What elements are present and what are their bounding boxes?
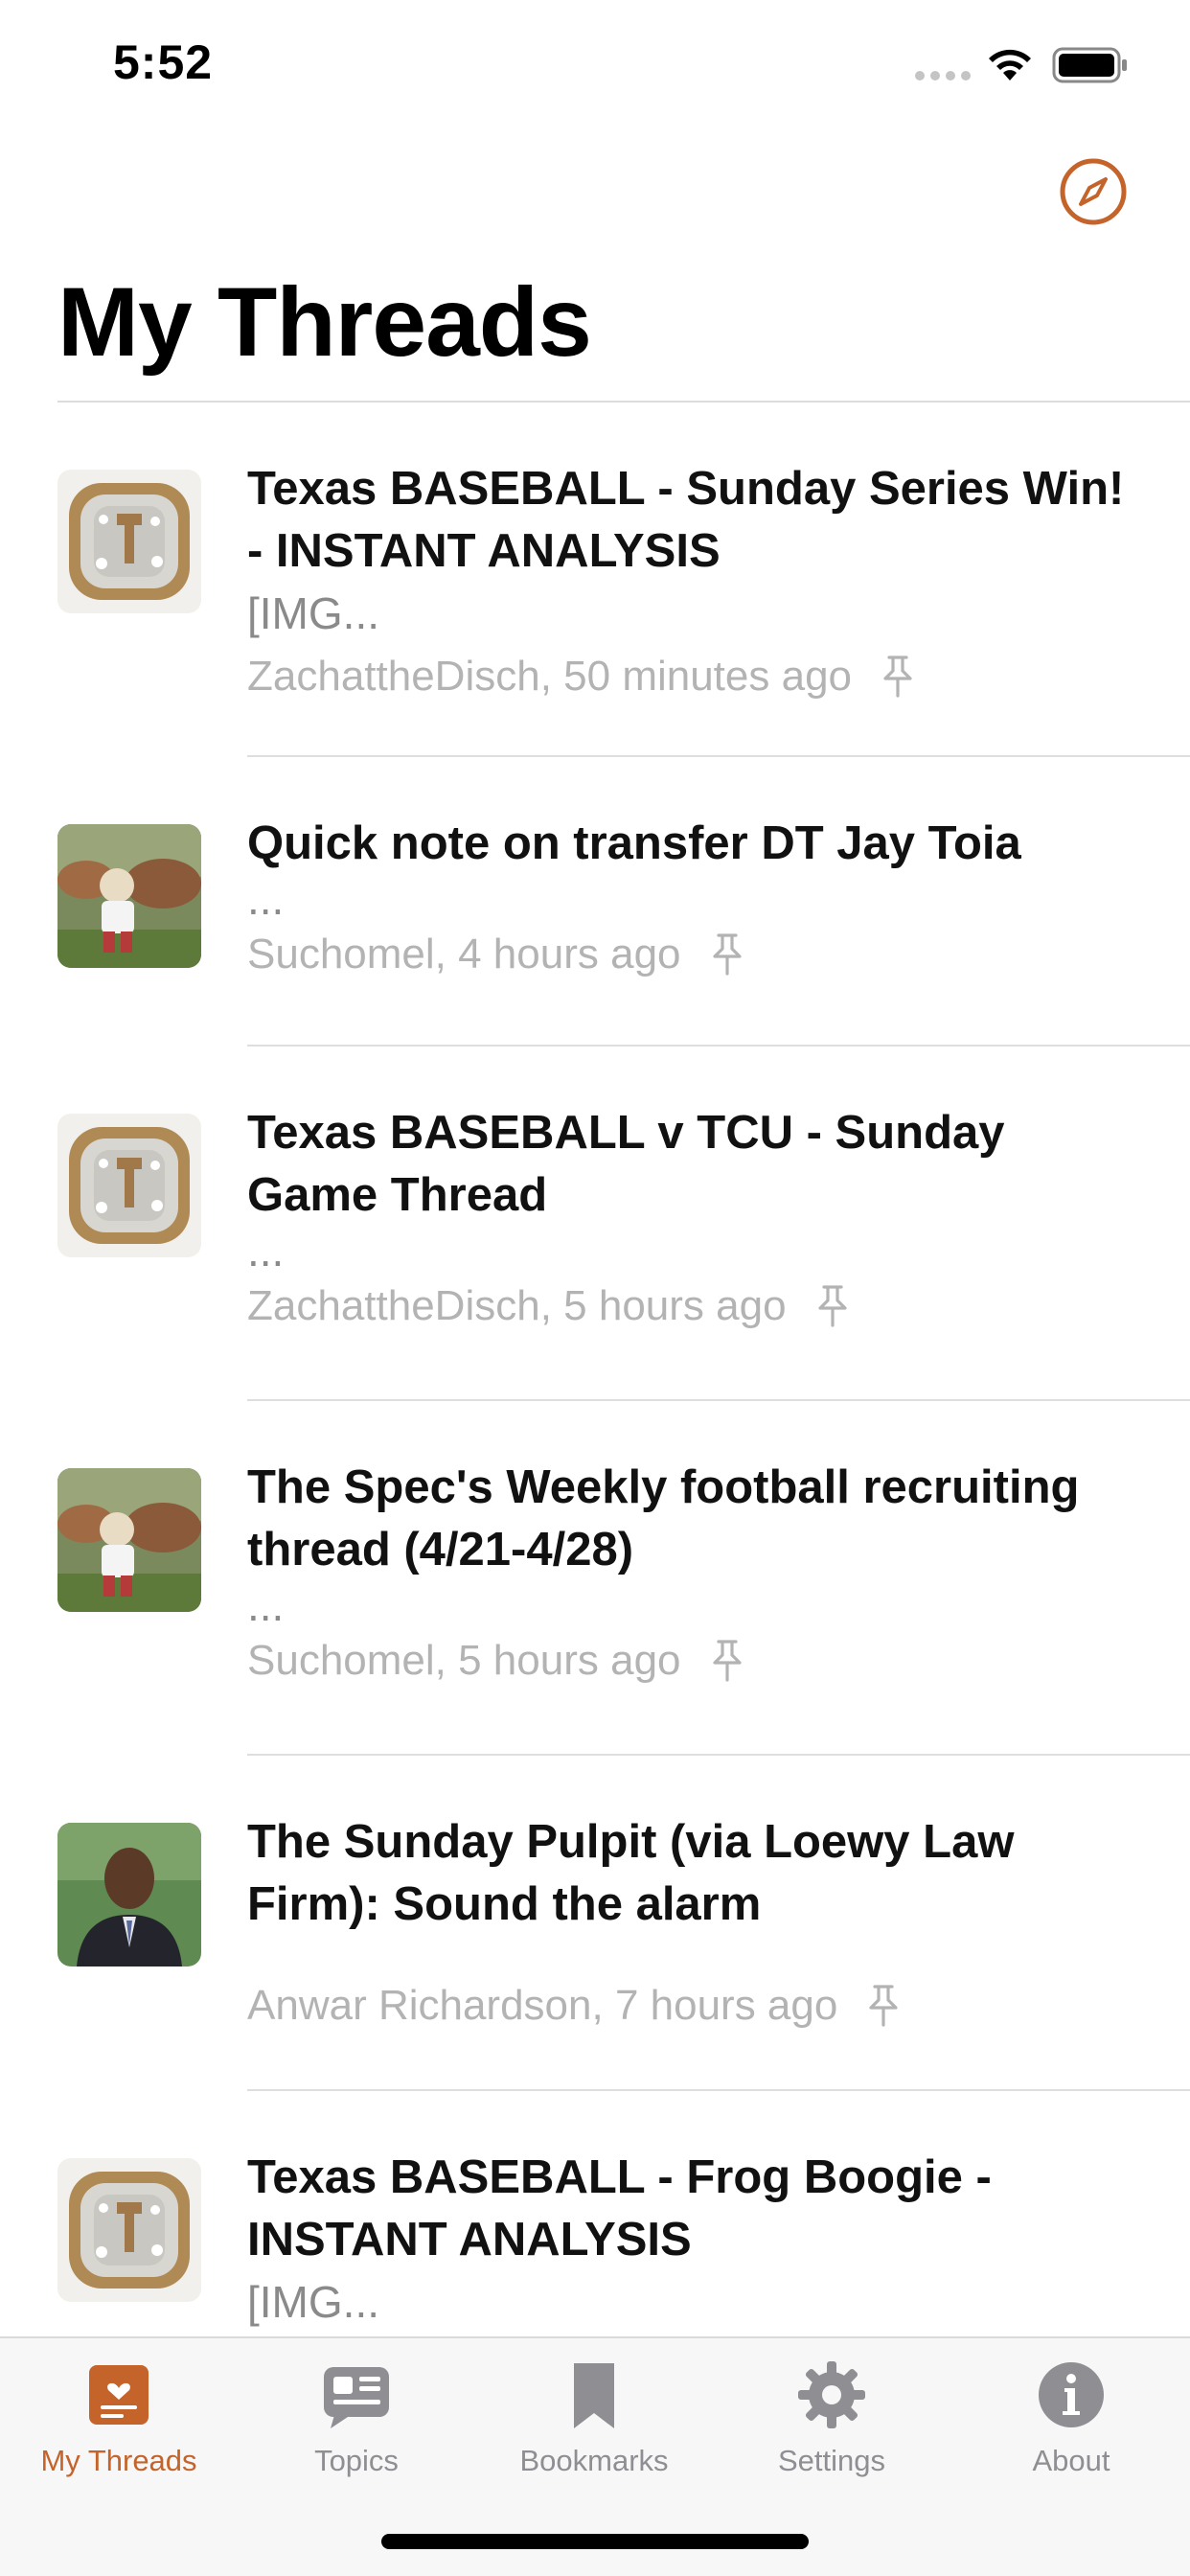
- info-icon: [1039, 2362, 1104, 2427]
- tab-topics[interactable]: Topics: [238, 2359, 475, 2503]
- thread-preview: ...: [247, 874, 285, 924]
- bookmark-icon: [574, 2363, 614, 2428]
- tab-bookmarks[interactable]: Bookmarks: [475, 2359, 713, 2503]
- cellular-signal-icon: [915, 71, 971, 80]
- thread-text: Quick note on transfer DT Jay Toia ... S…: [247, 813, 1133, 985]
- tab-label: Topics: [314, 2444, 399, 2477]
- thread-row[interactable]: Texas BASEBALL v TCU - Sunday Game Threa…: [0, 1046, 1190, 1401]
- my-threads-icon: [89, 2365, 149, 2425]
- thread-meta: ZachattheDisch, 50 minutes ago: [247, 645, 1133, 707]
- thread-text: Texas BASEBALL v TCU - Sunday Game Threa…: [247, 1102, 1133, 1337]
- thread-row[interactable]: Texas BASEBALL - Sunday Series Win! - IN…: [0, 402, 1190, 757]
- thread-title: The Spec's Weekly football recruiting th…: [247, 1461, 1080, 1576]
- compass-button[interactable]: [1058, 156, 1129, 227]
- thread-text: The Spec's Weekly football recruiting th…: [247, 1457, 1133, 1691]
- topics-icon: [324, 2367, 389, 2428]
- thread-author-time: Suchomel, 4 hours ago: [247, 931, 681, 978]
- thread-row[interactable]: Texas BASEBALL - Frog Boogie - INSTANT A…: [0, 2091, 1190, 2379]
- thread-author-time: ZachattheDisch, 50 minutes ago: [247, 653, 853, 700]
- thread-meta: Anwar Richardson, 7 hours ago: [247, 1974, 1133, 2036]
- tab-label: Settings: [777, 2444, 885, 2477]
- pin-icon[interactable]: [708, 932, 746, 978]
- man-portrait-avatar: [57, 1823, 201, 1966]
- pin-icon[interactable]: [864, 1983, 903, 2029]
- thread-author-time: Anwar Richardson, 7 hours ago: [247, 1982, 838, 2029]
- thread-preview: [247, 1936, 1133, 1974]
- ring-avatar: [57, 470, 201, 613]
- thread-text: Texas BASEBALL - Frog Boogie - INSTANT A…: [247, 2147, 1133, 2334]
- thread-title: Texas BASEBALL v TCU - Sunday Game Threa…: [247, 1107, 1005, 1221]
- battery-icon: [1052, 47, 1127, 83]
- pin-icon[interactable]: [708, 1638, 746, 1684]
- page-title: My Threads: [57, 267, 592, 377]
- thread-author-time: Suchomel, 5 hours ago: [247, 1637, 681, 1684]
- thread-preview: ...: [247, 1580, 285, 1630]
- tab-about[interactable]: About: [952, 2359, 1190, 2503]
- thread-text: Texas BASEBALL - Sunday Series Win! - IN…: [247, 458, 1133, 707]
- thread-meta: ZachattheDisch, 5 hours ago: [247, 1275, 1133, 1337]
- thread-title: Quick note on transfer DT Jay Toia: [247, 817, 1021, 869]
- status-bar: 5:52: [0, 0, 1190, 134]
- status-time: 5:52: [113, 35, 214, 89]
- thread-row[interactable]: The Spec's Weekly football recruiting th…: [0, 1401, 1190, 1756]
- thread-title: Texas BASEBALL - Sunday Series Win! - IN…: [247, 463, 1125, 577]
- thread-row[interactable]: The Sunday Pulpit (via Loewy Law Firm): …: [0, 1756, 1190, 2091]
- thread-preview: ...: [247, 1226, 285, 1276]
- pin-icon[interactable]: [879, 654, 917, 700]
- tab-settings[interactable]: Settings: [713, 2359, 950, 2503]
- child-cattle-avatar: [57, 824, 201, 968]
- home-indicator: [381, 2534, 809, 2549]
- tab-my-threads[interactable]: My Threads: [0, 2359, 238, 2503]
- tab-label: Bookmarks: [519, 2444, 669, 2477]
- ring-avatar: [57, 2158, 201, 2302]
- wifi-icon: [989, 49, 1031, 80]
- thread-preview: [IMG...: [247, 588, 379, 638]
- thread-author-time: ZachattheDisch, 5 hours ago: [247, 1282, 787, 1329]
- pin-icon[interactable]: [813, 1283, 852, 1329]
- thread-preview: [IMG...: [247, 2277, 379, 2327]
- thread-title: The Sunday Pulpit (via Loewy Law Firm): …: [247, 1816, 1015, 1930]
- thread-meta: Suchomel, 4 hours ago: [247, 923, 1133, 985]
- child-cattle-avatar: [57, 1468, 201, 1612]
- thread-meta: Suchomel, 5 hours ago: [247, 1629, 1133, 1691]
- ring-avatar: [57, 1114, 201, 1257]
- thread-text: The Sunday Pulpit (via Loewy Law Firm): …: [247, 1811, 1133, 2036]
- screen: 5:52 My Threads Texas BASEBALL - Sunday …: [0, 0, 1190, 2576]
- thread-title: Texas BASEBALL - Frog Boogie - INSTANT A…: [247, 2151, 992, 2266]
- tab-label: My Threads: [40, 2444, 197, 2477]
- tab-label: About: [1032, 2444, 1110, 2477]
- gear-icon: [798, 2361, 865, 2428]
- thread-row[interactable]: Quick note on transfer DT Jay Toia ... S…: [0, 757, 1190, 1046]
